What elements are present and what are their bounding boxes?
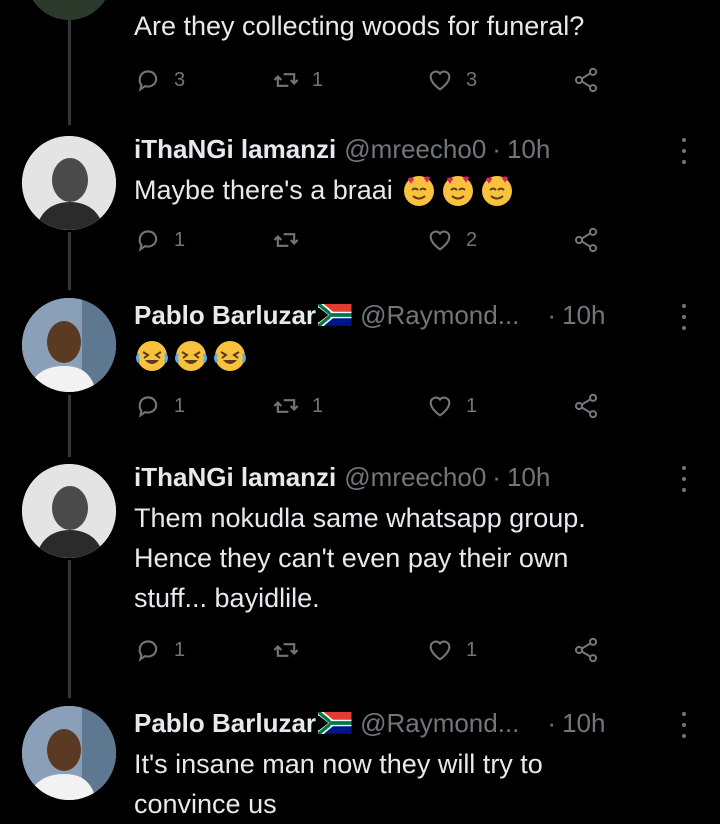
avatar-image (22, 464, 116, 558)
display-name[interactable]: iThaNGi lamanzi (134, 460, 336, 494)
tweet-text: Them nokudla same whatsapp group. Hence … (134, 503, 586, 613)
like-count: 3 (466, 68, 478, 91)
reply-button[interactable]: 1 (134, 392, 185, 420)
retweet-icon (273, 73, 299, 87)
south-africa-flag-icon (318, 712, 352, 734)
separator-dot: · (547, 708, 557, 738)
tweet-actions: 3 1 3 (134, 66, 614, 96)
retweet-count: 1 (312, 394, 324, 417)
avatar[interactable] (22, 298, 116, 392)
smiling-face-with-hearts-emoji (442, 176, 473, 206)
like-button[interactable]: 2 (426, 226, 477, 254)
separator-dot: · (492, 462, 501, 492)
retweet-button[interactable] (272, 636, 312, 664)
more-icon[interactable] (676, 304, 692, 330)
smiling-face-with-hearts-emoji (403, 176, 434, 206)
retweet-icon (273, 233, 299, 247)
avatar-image (22, 136, 116, 230)
timestamp[interactable]: 10h (562, 706, 605, 740)
avatar[interactable] (26, 0, 112, 20)
more-icon[interactable] (676, 466, 692, 492)
like-button[interactable]: 3 (426, 66, 477, 94)
tweet[interactable]: iThaNGi lamanzi @mreecho0 · 10h Them nok… (0, 460, 720, 670)
timestamp[interactable]: 10h (507, 460, 550, 494)
share-button[interactable] (572, 392, 600, 420)
reply-button[interactable]: 1 (134, 636, 185, 664)
tweet[interactable]: Are they collecting woods for funeral? 3… (0, 0, 720, 110)
retweet-icon (273, 643, 299, 657)
user-handle[interactable]: @mreecho0 (344, 132, 486, 166)
reply-count: 1 (174, 394, 186, 417)
reply-icon (138, 230, 158, 252)
tweet-actions: 1 1 (134, 636, 614, 666)
rolling-on-floor-laughing-emoji (214, 341, 246, 371)
avatar[interactable] (22, 136, 116, 230)
user-handle[interactable]: @mreecho0 (344, 460, 486, 494)
like-button[interactable]: 1 (426, 636, 477, 664)
tweet-text: Maybe there's a braai (134, 175, 393, 205)
tweet[interactable]: Pablo Barluzar @Raymond... · 10h It's in… (0, 706, 720, 823)
like-icon (429, 640, 451, 661)
share-icon (574, 637, 598, 663)
separator-dot: · (547, 300, 557, 330)
like-count: 2 (466, 228, 478, 251)
tweet-actions: 1 2 (134, 226, 614, 256)
tweet-header: Pablo Barluzar @Raymond... · 10h (134, 298, 605, 332)
share-button[interactable] (572, 636, 600, 664)
tweet-text: It's insane man now they will try to con… (134, 749, 543, 819)
rolling-on-floor-laughing-emoji (175, 341, 207, 371)
avatar[interactable] (22, 464, 116, 558)
timestamp[interactable]: 10h (562, 298, 605, 332)
reply-count: 1 (174, 638, 186, 661)
like-count: 1 (466, 394, 478, 417)
user-handle[interactable]: @Raymond... (360, 298, 519, 332)
reply-icon (138, 396, 158, 418)
more-icon[interactable] (676, 712, 692, 738)
separator-dot: · (492, 134, 501, 164)
display-name[interactable]: Pablo Barluzar (134, 706, 316, 740)
avatar-image (22, 298, 116, 392)
share-icon (574, 67, 598, 93)
retweet-button[interactable]: 1 (272, 392, 323, 420)
retweet-count: 1 (312, 68, 324, 91)
south-africa-flag-icon (318, 304, 352, 326)
tweet[interactable]: Pablo Barluzar @Raymond... · 10h 1 1 1 (0, 298, 720, 428)
avatar-image (22, 706, 116, 800)
display-name[interactable]: Pablo Barluzar (134, 298, 316, 332)
tweet-header: Pablo Barluzar @Raymond... · 10h (134, 706, 605, 740)
retweet-button[interactable]: 1 (272, 66, 323, 94)
timestamp[interactable]: 10h (507, 132, 550, 166)
more-icon[interactable] (676, 138, 692, 164)
like-icon (429, 70, 451, 91)
like-icon (429, 396, 451, 417)
tweet[interactable]: iThaNGi lamanzi @mreecho0 · 10h Maybe th… (0, 132, 720, 262)
like-icon (429, 230, 451, 251)
reply-count: 1 (174, 228, 186, 251)
rolling-on-floor-laughing-emoji (136, 341, 168, 371)
like-count: 1 (466, 638, 478, 661)
tweet-text: Are they collecting woods for funeral? (134, 11, 585, 41)
share-icon (574, 393, 598, 419)
reply-count: 3 (174, 68, 186, 91)
tweet-actions: 1 1 1 (134, 392, 614, 422)
tweet-header: iThaNGi lamanzi @mreecho0 · 10h (134, 460, 550, 494)
share-icon (574, 227, 598, 253)
user-handle[interactable]: @Raymond... (360, 706, 519, 740)
like-button[interactable]: 1 (426, 392, 477, 420)
share-button[interactable] (572, 226, 600, 254)
tweet-header: iThaNGi lamanzi @mreecho0 · 10h (134, 132, 550, 166)
reply-icon (138, 640, 158, 662)
reply-button[interactable]: 3 (134, 66, 185, 94)
reply-icon (138, 70, 158, 92)
emoji-row (134, 338, 248, 374)
retweet-button[interactable] (272, 226, 312, 254)
smiling-face-with-hearts-emoji (481, 176, 512, 206)
avatar[interactable] (22, 706, 116, 800)
retweet-icon (273, 399, 299, 413)
share-button[interactable] (572, 66, 600, 94)
reply-button[interactable]: 1 (134, 226, 185, 254)
display-name[interactable]: iThaNGi lamanzi (134, 132, 336, 166)
